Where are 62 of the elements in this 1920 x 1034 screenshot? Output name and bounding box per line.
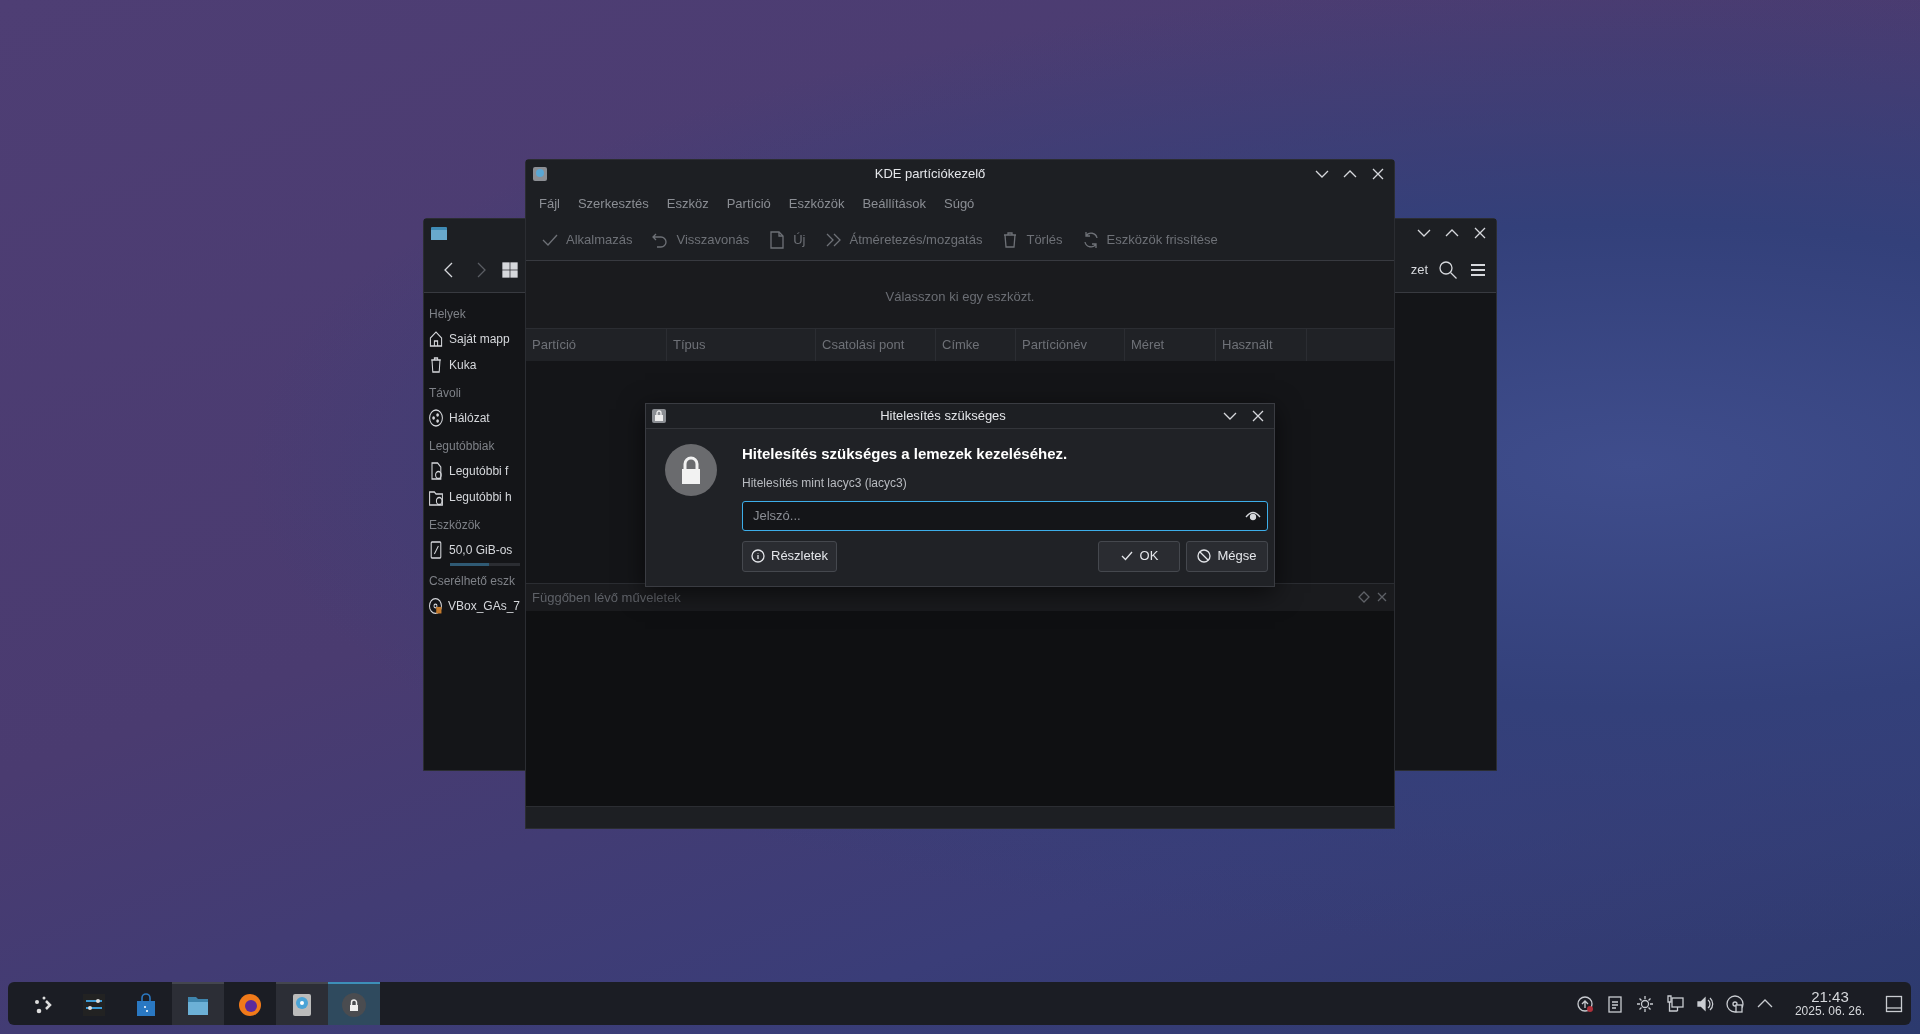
place-icon [428,461,444,481]
dialog-heading: Hitelesítés szükséges a lemezek kezeléséhez. [742,444,1069,464]
grid-view-icon[interactable] [502,261,518,278]
menu-item[interactable]: Beállítások [853,192,935,216]
menu-item[interactable]: Eszközök [779,192,854,216]
window-title: KDE partíciókezelő [873,165,987,184]
column-header[interactable]: Méret [1125,329,1216,361]
menu-item[interactable]: Szerkesztés [568,192,658,216]
sidebar-item[interactable]: Kuka [424,352,524,378]
ok-button[interactable]: OK [1098,540,1180,572]
section-heading: Cserélhető eszk [428,573,517,590]
password-field[interactable]: Jelszó... [742,500,1268,531]
column-header[interactable]: Csatolási pont [816,329,936,361]
lock-icon [664,443,718,497]
menu-item[interactable]: Eszköz [657,192,718,216]
eye-icon[interactable] [1245,509,1261,522]
brightness-icon[interactable] [1634,993,1655,1014]
place-icon [428,408,444,428]
sidebar-item[interactable]: VBox_GAs_7 [424,593,524,619]
column-header[interactable]: Partíciónév [1016,329,1125,361]
sidebar-item[interactable]: Legutóbbi f [424,458,524,484]
dialog-subtitle: Hitelesítés mint lacyc3 (lacyc3) [742,474,908,492]
sidebar-item[interactable]: Hálózat [424,405,524,431]
section-heading: Távoli [428,385,462,402]
menu-item[interactable]: Partíció [717,192,780,216]
disc-icon[interactable] [1724,993,1745,1014]
check-icon [1119,549,1134,563]
menu-item[interactable]: Súgó [935,192,984,216]
section-heading: Eszközök [428,517,482,534]
info-icon [751,549,765,563]
panel-title: Függőben lévő műveletek [532,588,682,607]
place-icon [428,329,444,349]
menu-item[interactable]: Fájl [530,192,569,216]
column-header[interactable]: Partíció [526,329,667,361]
details-button[interactable]: Részletek [742,540,838,572]
show-desktop-icon[interactable] [1885,994,1903,1013]
sidebar-item[interactable]: 50,0 GiB-os [424,537,524,563]
network-icon[interactable] [1664,993,1685,1014]
sidebar-item[interactable]: Legutóbbi h [424,484,524,510]
clock-date[interactable]: 2025. 06. 26. [1794,1005,1865,1018]
update-icon[interactable] [1574,993,1595,1014]
dialog-title: Hitelesítés szükséges [879,407,1007,426]
folder-icon [430,225,448,241]
lock-icon[interactable] [328,982,380,1025]
place-icon [428,540,444,560]
column-header[interactable]: Címke [936,329,1016,361]
lock-icon [652,409,666,423]
sidebar-item[interactable]: Saját mapp [424,326,524,352]
toolbar-label: zet [1410,260,1428,279]
place-icon [428,596,443,616]
column-header[interactable]: Használt [1216,329,1307,361]
cancel-button[interactable]: Mégse [1186,540,1268,572]
clock-time[interactable]: 21:43 [1811,989,1849,1006]
column-header[interactable]: Típus [667,329,816,361]
float-icon[interactable] [1358,591,1370,604]
section-heading: Helyek [428,306,467,323]
folder-icon[interactable] [172,982,224,1025]
place-icon [428,355,444,375]
search-icon[interactable] [1438,259,1458,280]
empty-message: Válasszon ki egy eszközt. [526,260,1394,328]
cancel-icon [1197,549,1212,563]
section-heading: Legutóbbiak [428,438,496,455]
